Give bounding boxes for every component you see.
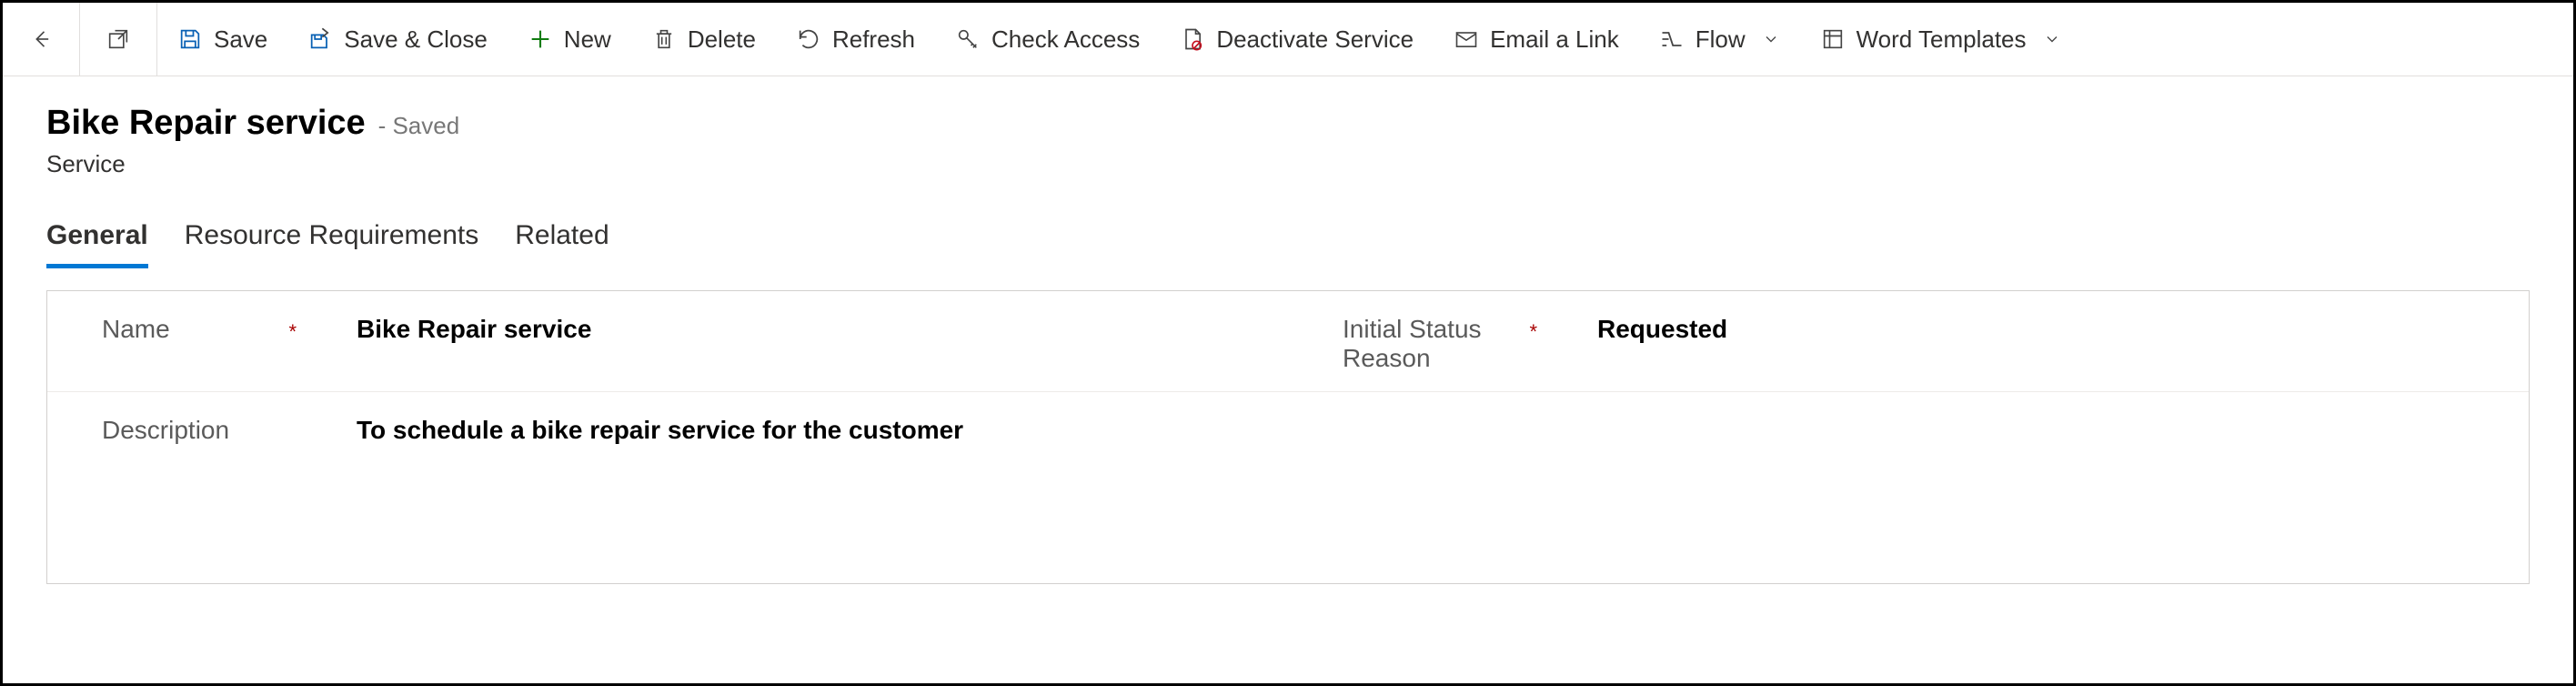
form-tabs: General Resource Requirements Related	[3, 178, 2573, 268]
word-templates-label: Word Templates	[1857, 25, 2027, 54]
label-text: Initial Status Reason	[1343, 315, 1529, 373]
email-icon	[1454, 26, 1479, 52]
new-label: New	[564, 25, 611, 54]
label-text: Description	[102, 416, 229, 445]
save-label: Save	[214, 25, 267, 54]
entity-type: Service	[46, 150, 2530, 178]
word-templates-button[interactable]: Word Templates	[1800, 3, 2081, 76]
page-title: Bike Repair service	[46, 104, 366, 142]
refresh-button[interactable]: Refresh	[776, 3, 935, 76]
arrow-left-icon	[28, 26, 54, 52]
required-marker: *	[1529, 320, 1552, 344]
flow-label: Flow	[1696, 25, 1746, 54]
flow-icon	[1659, 26, 1685, 52]
save-close-label: Save & Close	[344, 25, 488, 54]
save-icon	[177, 26, 203, 52]
save-button[interactable]: Save	[157, 3, 287, 76]
refresh-label: Refresh	[832, 25, 915, 54]
save-close-button[interactable]: Save & Close	[287, 3, 508, 76]
status-reason-field[interactable]: Requested	[1570, 291, 2529, 391]
chevron-down-icon	[1762, 30, 1780, 48]
email-link-label: Email a Link	[1490, 25, 1619, 54]
popout-button[interactable]	[80, 3, 157, 76]
form-panel: Name * Bike Repair service Initial Statu…	[46, 290, 2530, 584]
name-label: Name *	[47, 291, 329, 391]
description-field[interactable]: To schedule a bike repair service for th…	[329, 392, 2529, 583]
delete-label: Delete	[688, 25, 756, 54]
name-field[interactable]: Bike Repair service	[329, 291, 1288, 391]
deactivate-label: Deactivate Service	[1216, 25, 1414, 54]
popout-icon	[106, 26, 131, 52]
check-access-label: Check Access	[991, 25, 1140, 54]
label-text: Name	[102, 315, 170, 344]
flow-button[interactable]: Flow	[1639, 3, 1800, 76]
tab-resource-requirements[interactable]: Resource Requirements	[185, 220, 478, 268]
chevron-down-icon	[2043, 30, 2061, 48]
email-link-button[interactable]: Email a Link	[1434, 3, 1639, 76]
plus-icon	[528, 26, 553, 52]
form-row: Name * Bike Repair service Initial Statu…	[47, 291, 2529, 392]
tab-related[interactable]: Related	[515, 220, 609, 268]
tab-general[interactable]: General	[46, 220, 148, 268]
command-bar: Save Save & Close New Delete Refresh Che…	[3, 3, 2573, 76]
refresh-icon	[796, 26, 821, 52]
form-row: Description To schedule a bike repair se…	[47, 392, 2529, 583]
deactivate-button[interactable]: Deactivate Service	[1160, 3, 1434, 76]
word-templates-icon	[1820, 26, 1846, 52]
delete-button[interactable]: Delete	[631, 3, 776, 76]
key-icon	[955, 26, 981, 52]
status-reason-label: Initial Status Reason *	[1288, 291, 1570, 391]
deactivate-icon	[1180, 26, 1205, 52]
trash-icon	[651, 26, 677, 52]
required-marker: *	[288, 320, 311, 344]
save-close-icon	[307, 26, 333, 52]
back-button[interactable]	[3, 3, 80, 76]
page-header: Bike Repair service - Saved Service	[3, 76, 2573, 178]
description-label: Description	[47, 392, 329, 583]
nav-buttons	[3, 3, 157, 76]
check-access-button[interactable]: Check Access	[935, 3, 1160, 76]
page-status: - Saved	[378, 112, 460, 139]
new-button[interactable]: New	[508, 3, 631, 76]
